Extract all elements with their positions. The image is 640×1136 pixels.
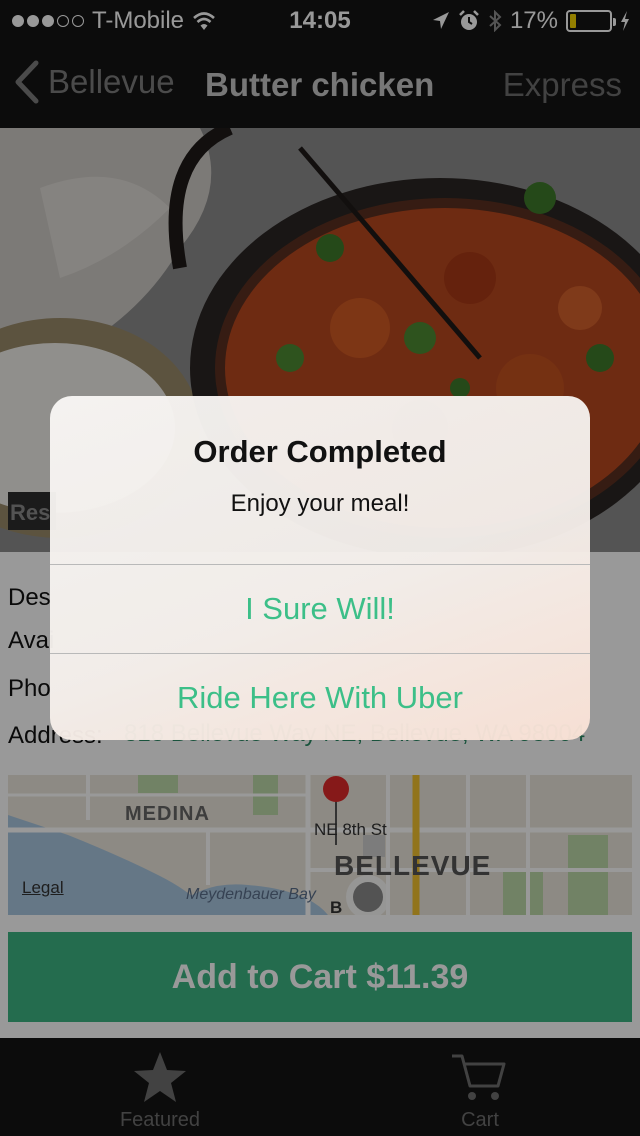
order-completed-alert: Order Completed Enjoy your meal! I Sure … (50, 396, 590, 740)
alert-message: Enjoy your meal! (230, 490, 410, 517)
alert-title: Order Completed (193, 434, 447, 469)
sure-will-button[interactable]: I Sure Will! (50, 565, 590, 653)
ride-with-uber-button[interactable]: Ride Here With Uber (50, 654, 590, 740)
